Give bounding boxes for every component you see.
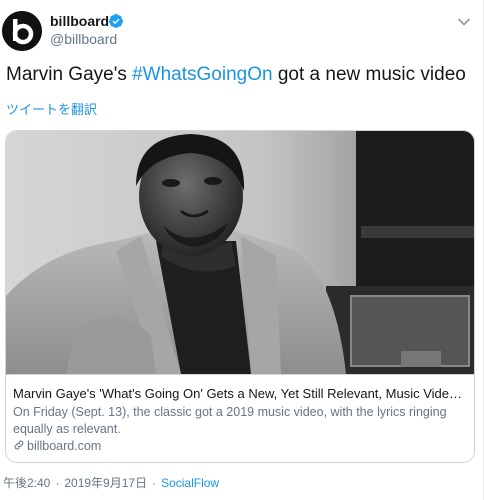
avatar-logo-text: billboard [4, 20, 10, 39]
card-domain-text: billboard.com [27, 439, 102, 453]
chevron-down-icon[interactable] [453, 11, 475, 33]
verified-badge-icon [108, 14, 123, 28]
meta-separator: · [55, 476, 60, 490]
tweet-text-after: got a new music video [272, 64, 466, 85]
meta-separator-2: · [152, 476, 157, 490]
link-icon [14, 440, 24, 450]
card-domain: billboard.com [13, 438, 101, 454]
card-title: Marvin Gaye's 'What's Going On' Gets a N… [13, 386, 465, 401]
tweet-date[interactable]: 2019年9月17日 [64, 476, 147, 490]
user-handle[interactable]: @billboard [50, 31, 117, 47]
tweet-text: Marvin Gaye's #WhatsGoingOn got a new mu… [6, 63, 466, 87]
tweet-source-link[interactable]: SocialFlow [161, 476, 219, 490]
card-body: Marvin Gaye's 'What's Going On' Gets a N… [6, 374, 474, 462]
link-card[interactable]: Marvin Gaye's 'What's Going On' Gets a N… [5, 130, 475, 463]
tweet-text-before: Marvin Gaye's [6, 64, 133, 85]
display-name[interactable]: billboard [50, 13, 109, 29]
avatar[interactable]: billboard [2, 11, 42, 51]
card-photo [6, 131, 474, 374]
tweet-meta: 午後2:40 · 2019年9月17日 · SocialFlow [3, 475, 219, 491]
hashtag-link[interactable]: #WhatsGoingOn [132, 64, 272, 85]
tweet-header: billboard billboard @billboard [0, 0, 484, 62]
card-description: On Friday (Sept. 13), the classic got a … [13, 405, 447, 436]
tweet-timestamp[interactable]: 午後2:40 [3, 476, 50, 490]
translate-tweet-link[interactable]: ツイートを翻訳 [6, 102, 97, 118]
